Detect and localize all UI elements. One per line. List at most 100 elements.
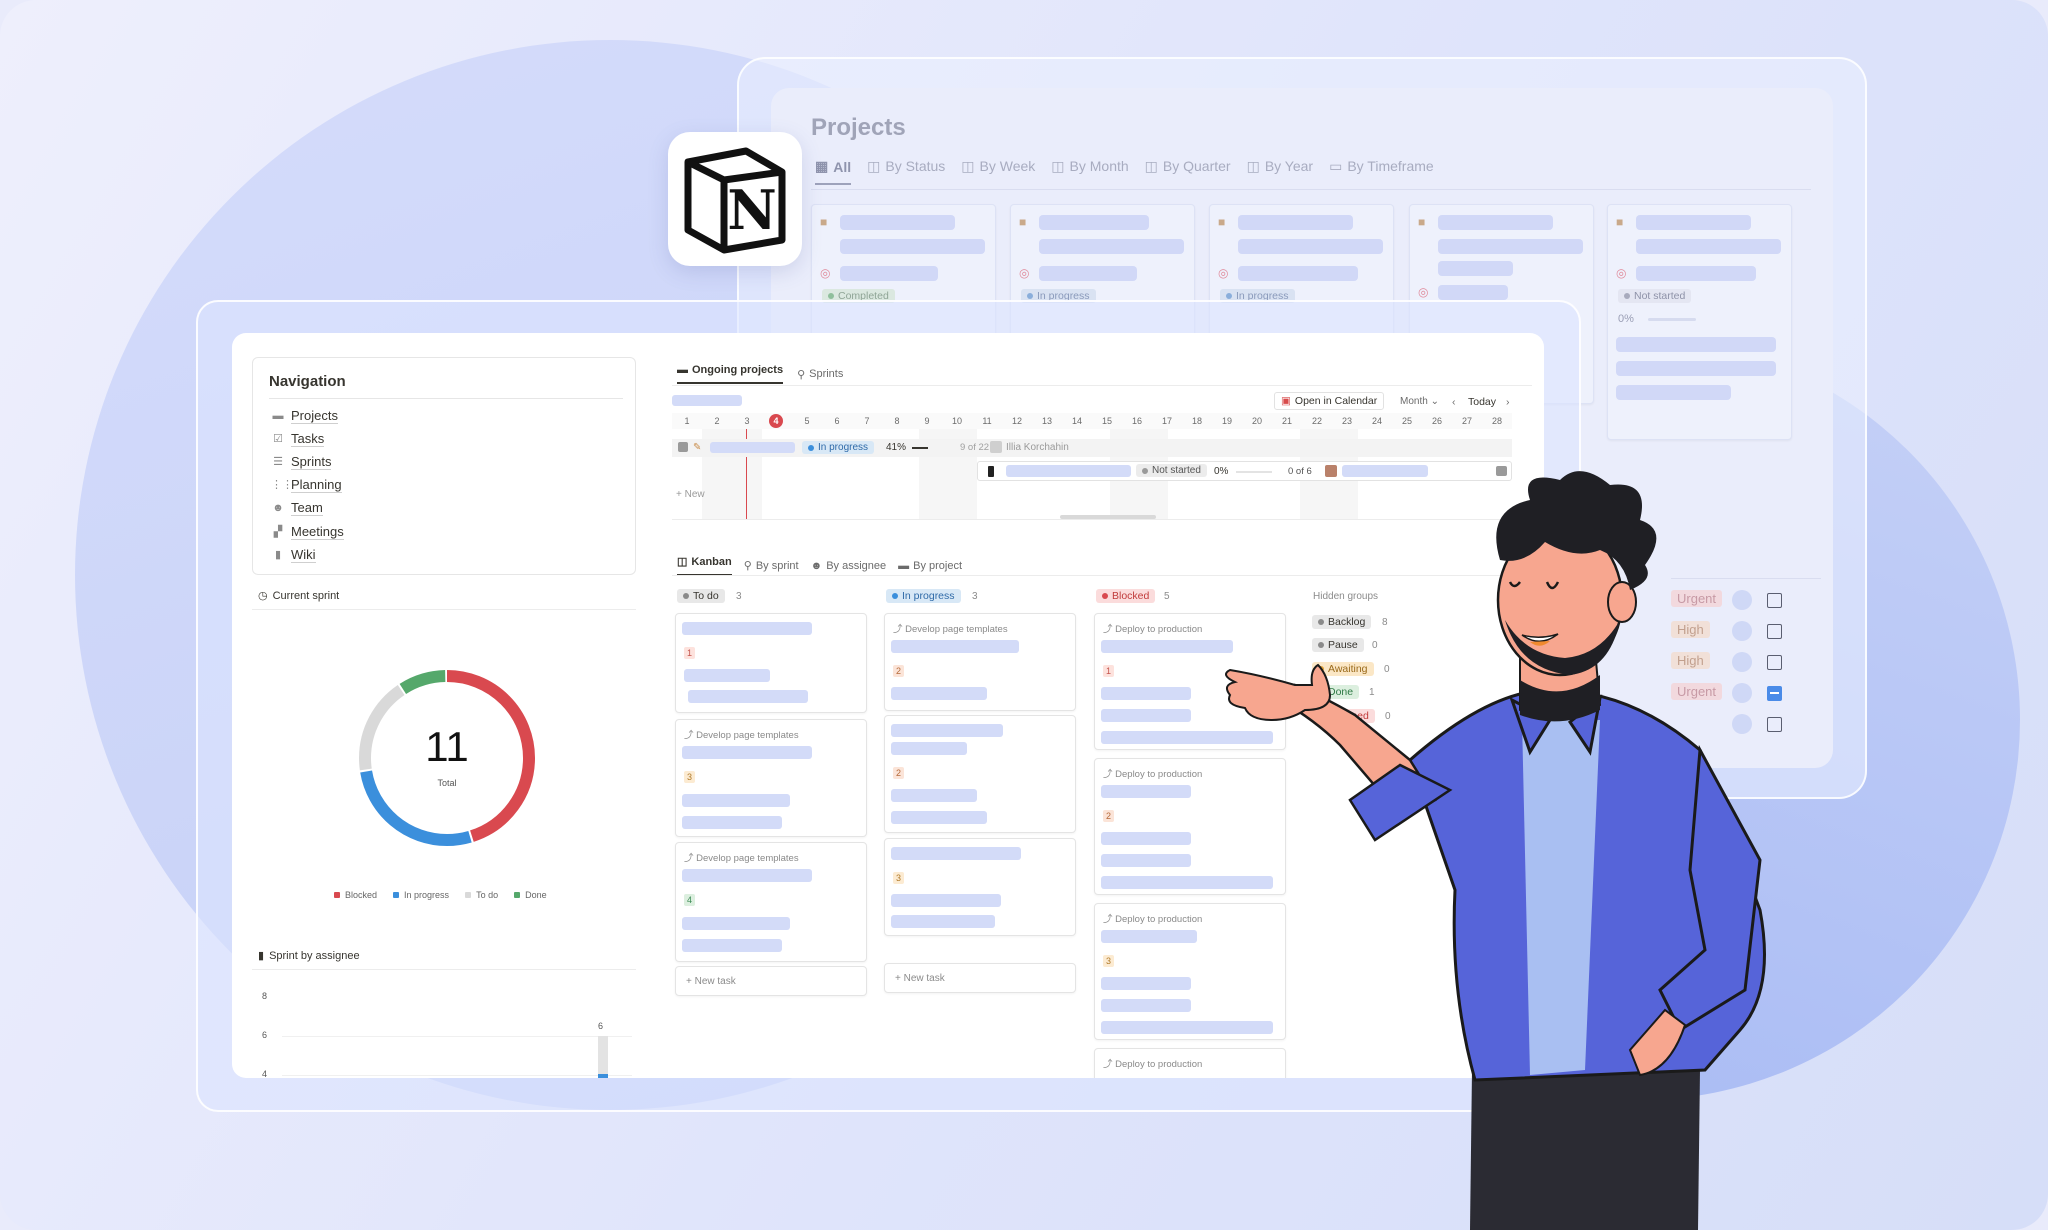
timeline-row-project[interactable]: ✎ In progress 41% 9 of 22 Illia Korchahi… (672, 439, 1512, 457)
kanban-card[interactable]: 1 (675, 613, 867, 713)
tab-by-month[interactable]: ◫ By Month (1051, 158, 1128, 185)
tab-by-assignee[interactable]: ☻ By assignee (811, 555, 887, 576)
task-number: 3 (1103, 955, 1115, 967)
placeholder-bar (1438, 215, 1553, 230)
legend-item-in-progress: In progress (393, 890, 449, 900)
column-count: 3 (972, 591, 978, 602)
tab-by-sprint[interactable]: ⚲ By sprint (744, 555, 799, 576)
placeholder-bar (1101, 977, 1191, 990)
target-icon: ◎ (1019, 266, 1030, 280)
tab-all[interactable]: ▦ All (815, 158, 852, 185)
folder-icon: ▬ (898, 559, 910, 572)
timeline-day: 24 (1371, 416, 1382, 426)
grid-line (282, 1036, 632, 1037)
nav-item-sprints[interactable]: ☰ Sprints (271, 454, 332, 470)
task-number: 1 (1103, 665, 1115, 677)
placeholder-bar (1636, 239, 1781, 254)
presenter-illustration (1225, 471, 1766, 1230)
nav-item-team[interactable]: ☻ Team (271, 500, 323, 516)
new-task-button[interactable]: + New task (884, 963, 1076, 993)
parent-task-link[interactable]: ⤴ Deploy to production (1103, 911, 1202, 925)
timeline-day: 8 (894, 416, 900, 426)
scrollbar[interactable] (1060, 515, 1156, 519)
tab-by-year[interactable]: ◫ By Year (1247, 158, 1314, 185)
tab-kanban[interactable]: ◫ Kanban (677, 555, 732, 576)
placeholder-bar (1438, 239, 1583, 254)
timeline-day: 23 (1341, 416, 1352, 426)
sprint-total-label: Total (437, 778, 457, 788)
new-row-button[interactable]: + New (676, 489, 705, 500)
tab-sprints[interactable]: ⚲ Sprints (797, 364, 843, 384)
timeline-day: 19 (1221, 416, 1232, 426)
meetings-icon: ▞ (273, 526, 283, 538)
tab-by-status[interactable]: ◫ By Status (867, 158, 945, 185)
parent-task-link[interactable]: ⤴ Develop page templates (893, 621, 1008, 635)
tab-by-week[interactable]: ◫ By Week (961, 158, 1035, 185)
folder-icon: ■ (1019, 215, 1027, 229)
kanban-card[interactable]: 2 (884, 715, 1076, 833)
status-badge: Not started (1618, 289, 1692, 303)
timeline-day: 28 (1491, 416, 1502, 426)
y-tick: 6 (262, 1030, 268, 1040)
nav-item-tasks[interactable]: ☑ Tasks (271, 431, 325, 447)
y-tick: 4 (262, 1069, 268, 1078)
kanban-card[interactable]: ⤴ Develop page templates 3 (675, 719, 867, 837)
drag-handle-icon[interactable] (988, 466, 994, 477)
period-select[interactable]: Month ⌄ (1400, 396, 1439, 407)
kanban-card[interactable]: ⤴ Develop page templates 2 (884, 613, 1076, 711)
kanban-card[interactable]: 3 (884, 838, 1076, 936)
prev-arrow-icon[interactable]: ‹ (1452, 396, 1456, 408)
projects-tabs-divider (811, 189, 1811, 190)
bar-chart-icon: ▮ (258, 950, 265, 962)
bar-data-label: 6 (598, 1021, 604, 1031)
tab-by-project[interactable]: ▬ By project (898, 555, 962, 576)
next-arrow-icon[interactable]: › (1506, 396, 1510, 408)
parent-task-link[interactable]: ⤴ Deploy to production (1103, 766, 1202, 780)
plus-icon: + (895, 973, 901, 984)
parent-task-link[interactable]: ⤴ Deploy to production (1103, 621, 1202, 635)
book-icon: ▮ (274, 549, 282, 561)
board-icon: ◫ (1144, 158, 1158, 174)
parent-task-link[interactable]: ⤴ Develop page templates (684, 850, 799, 864)
current-sprint-header: ◷ Current sprint (258, 589, 340, 603)
nav-item-wiki[interactable]: ▮ Wiki (271, 547, 316, 563)
column-blocked-header: Blocked (1096, 589, 1156, 603)
target-icon: ◎ (1418, 285, 1429, 299)
placeholder-bar (1616, 385, 1731, 400)
timeline-day: 17 (1161, 416, 1172, 426)
today-button[interactable]: Today (1468, 396, 1496, 408)
target-icon: ◎ (820, 266, 831, 280)
task-number: 1 (684, 647, 696, 659)
legend-item-todo: To do (465, 890, 498, 900)
kanban-card[interactable]: ⤴ Develop page templates 4 (675, 842, 867, 962)
navigation-title: Navigation (269, 373, 346, 390)
timeline-day: 13 (1041, 416, 1052, 426)
placeholder-bar (1238, 239, 1383, 254)
placeholder-bar (672, 395, 742, 406)
placeholder-bar (682, 746, 812, 759)
tab-by-timeframe[interactable]: ▭ By Timeframe (1329, 158, 1434, 185)
column-in-progress-header: In progress (886, 589, 961, 603)
timeline-day: 22 (1311, 416, 1322, 426)
task-number: 2 (893, 767, 905, 779)
collapse-icon[interactable] (678, 442, 688, 452)
nav-item-projects[interactable]: ▬ Projects (271, 408, 338, 424)
runner-icon: ⚲ (797, 368, 806, 381)
column-count: 5 (1164, 591, 1170, 602)
navigation-panel: Navigation ▬ Projects ☑ Tasks ☰ Sprints ⋮⋮ P… (252, 357, 636, 575)
nav-item-meetings[interactable]: ▞ Meetings (271, 524, 344, 540)
runner-icon: ⚲ (743, 560, 752, 572)
placeholder-bar (1438, 261, 1513, 276)
progress-bar (912, 447, 928, 449)
parent-task-link[interactable]: ⤴ Develop page templates (684, 727, 799, 741)
open-in-calendar-button[interactable]: ▣ Open in Calendar (1274, 392, 1385, 410)
project-card[interactable]: ■ ◎ Not started 0% (1607, 204, 1792, 440)
new-task-button[interactable]: + New task (675, 966, 867, 996)
board-icon: ◫ (1051, 158, 1065, 174)
parent-task-link[interactable]: ⤴ Deploy to production (1103, 1056, 1202, 1070)
nav-item-planning[interactable]: ⋮⋮ Planning (271, 477, 342, 493)
placeholder-bar (1101, 785, 1191, 798)
tab-by-quarter[interactable]: ◫ By Quarter (1145, 158, 1231, 185)
timeline-day: 7 (864, 416, 870, 426)
tab-ongoing-projects[interactable]: ▬ Ongoing projects (677, 364, 784, 384)
